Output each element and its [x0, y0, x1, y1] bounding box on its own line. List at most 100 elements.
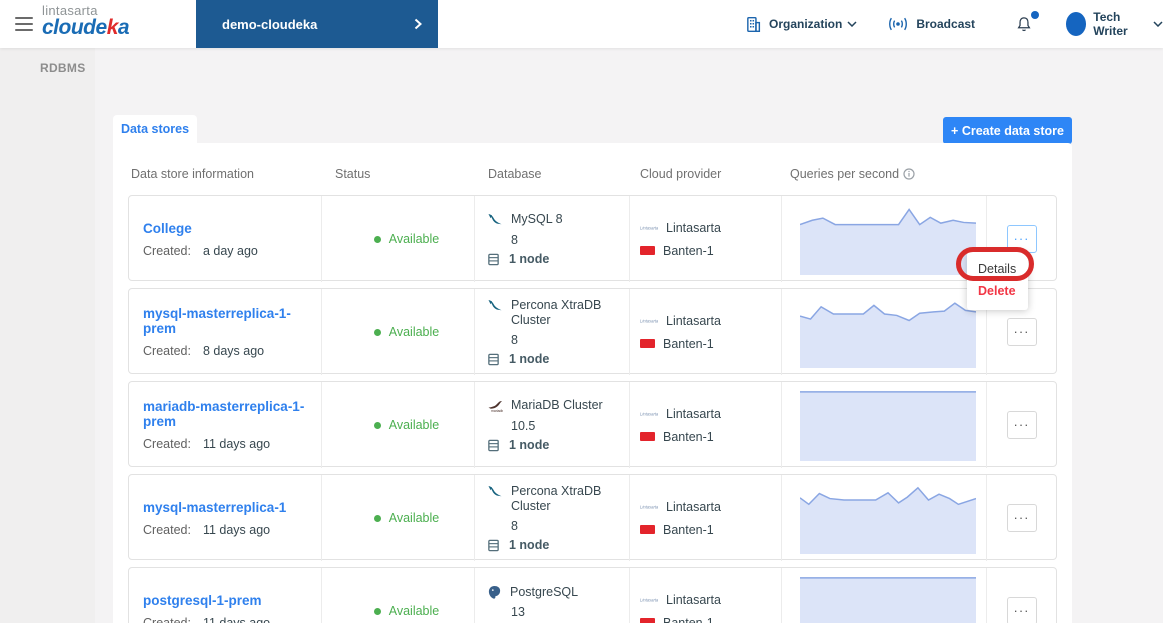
- svg-text:Lintasarta: Lintasarta: [640, 505, 658, 510]
- organization-menu[interactable]: Organization: [745, 16, 857, 33]
- region-flag-icon: [640, 618, 655, 623]
- col-header-qps: Queries per second: [780, 167, 985, 181]
- status-label: Available: [388, 418, 440, 432]
- node-count: 1 node: [509, 538, 550, 552]
- menu-hamburger-icon[interactable]: [15, 17, 33, 31]
- lintasarta-logo-icon: Lintasarta: [640, 595, 658, 604]
- broadcast-menu[interactable]: Broadcast: [887, 17, 980, 31]
- engine-name: Percona XtraDB Cluster: [511, 298, 602, 327]
- created-line: Created: 8 days ago: [143, 344, 265, 358]
- table-header-row: Data store information Status Database C…: [128, 167, 1057, 181]
- mysql-icon: [487, 212, 503, 228]
- created-line: Created: 11 days ago: [143, 616, 271, 623]
- svg-text:Lintasarta: Lintasarta: [640, 319, 658, 324]
- node-icon: [487, 353, 500, 366]
- created-line: Created: a day ago: [143, 244, 258, 258]
- user-menu[interactable]: Tech Writer: [1066, 10, 1163, 38]
- region-name: Banten-1: [663, 243, 714, 258]
- node-count: 1 node: [509, 438, 550, 452]
- status-dot: [373, 514, 381, 522]
- chevron-right-icon: [414, 18, 422, 30]
- engine-version: 10.5: [511, 419, 536, 433]
- datastore-name-link[interactable]: mysql-masterreplica-1: [143, 500, 286, 515]
- status-label: Available: [388, 325, 440, 339]
- status-dot: [373, 421, 381, 429]
- breadcrumb: RDBMS: [40, 61, 86, 75]
- svg-text:Lintasarta: Lintasarta: [640, 598, 658, 603]
- menu-item-details[interactable]: Details: [967, 258, 1028, 280]
- region-flag-icon: [640, 246, 655, 255]
- notification-badge-dot: [1031, 10, 1040, 19]
- info-icon[interactable]: [903, 168, 915, 180]
- menu-item-delete[interactable]: Delete: [967, 280, 1028, 302]
- chevron-down-icon: [847, 21, 857, 27]
- mysql-icon: [487, 298, 503, 314]
- datastore-name-link[interactable]: College: [143, 221, 192, 236]
- project-name: demo-cloudeka: [222, 16, 318, 32]
- qps-sparkline: [800, 296, 976, 368]
- qps-sparkline: [800, 482, 976, 554]
- datastore-name-link[interactable]: postgresql-1-prem: [143, 593, 262, 608]
- lintasarta-logo-icon: Lintasarta: [640, 223, 658, 232]
- region-flag-icon: [640, 525, 655, 534]
- row-actions-button[interactable]: ···: [1006, 225, 1037, 253]
- create-data-store-button[interactable]: + Create data store: [943, 117, 1072, 144]
- provider-name: Lintasarta: [666, 406, 721, 421]
- lintasarta-logo-icon: Lintasarta: [640, 409, 658, 418]
- postgresql-icon: [487, 585, 502, 600]
- col-header-info: Data store information: [131, 167, 254, 181]
- broadcast-icon: [887, 17, 909, 31]
- node-count: 1 node: [509, 252, 550, 266]
- engine-version: 8: [511, 519, 518, 533]
- created-line: Created: 11 days ago: [143, 523, 271, 537]
- mariadb-icon: mariadb: [487, 398, 503, 414]
- engine-name: MariaDB Cluster: [511, 398, 603, 412]
- lintasarta-logo-icon: Lintasarta: [640, 502, 658, 511]
- project-selector[interactable]: demo-cloudeka: [196, 0, 438, 48]
- node-icon: [487, 253, 500, 266]
- notifications-button[interactable]: [1015, 10, 1040, 34]
- tab-data-stores[interactable]: Data stores: [113, 115, 197, 143]
- engine-version: 8: [511, 333, 518, 347]
- user-avatar: [1066, 12, 1087, 36]
- datastore-name-link[interactable]: mariadb-masterreplica-1-prem: [143, 399, 321, 429]
- logo-cloudeka-text: cloudeka: [42, 16, 130, 39]
- table-row: mysql-masterreplica-1 Created: 11 days ag…: [128, 474, 1057, 561]
- chevron-down-icon: [1153, 21, 1163, 27]
- data-stores-panel: Data store information Status Database C…: [113, 143, 1072, 623]
- engine-name: MySQL 8: [511, 212, 563, 226]
- navbar-right-group: Organization Broadcast Tech Writer: [745, 0, 1163, 48]
- row-actions-button[interactable]: ···: [1006, 597, 1037, 623]
- svg-text:Lintasarta: Lintasarta: [640, 412, 658, 417]
- organization-label: Organization: [769, 17, 843, 31]
- row-actions-menu: Details Delete: [967, 252, 1028, 310]
- qps-sparkline: [800, 203, 976, 275]
- col-header-database: Database: [488, 167, 542, 181]
- provider-name: Lintasarta: [666, 499, 721, 514]
- row-actions-button[interactable]: ···: [1006, 504, 1037, 532]
- qps-sparkline: [800, 575, 976, 623]
- status-label: Available: [388, 232, 440, 246]
- region-flag-icon: [640, 339, 655, 348]
- region-name: Banten-1: [663, 615, 714, 623]
- svg-text:mariadb: mariadb: [491, 409, 503, 413]
- status-label: Available: [388, 511, 440, 525]
- status-label: Available: [388, 604, 440, 618]
- engine-name: Percona XtraDB Cluster: [511, 484, 602, 513]
- datastore-name-link[interactable]: mysql-masterreplica-1-prem: [143, 306, 321, 336]
- top-navbar: lintasarta cloudeka demo-cloudeka Organi…: [0, 0, 1163, 48]
- region-name: Banten-1: [663, 522, 714, 537]
- row-actions-button[interactable]: ···: [1006, 411, 1037, 439]
- region-name: Banten-1: [663, 429, 714, 444]
- app-logo: lintasarta cloudeka: [42, 4, 130, 39]
- row-actions-button[interactable]: ···: [1006, 318, 1037, 346]
- node-count: 1 node: [509, 352, 550, 366]
- node-icon: [487, 539, 500, 552]
- status-dot: [373, 328, 381, 336]
- organization-icon: [745, 16, 762, 33]
- lintasarta-logo-icon: Lintasarta: [640, 316, 658, 325]
- bell-icon: [1015, 15, 1033, 34]
- broadcast-label: Broadcast: [916, 17, 976, 31]
- svg-text:Lintasarta: Lintasarta: [640, 226, 658, 231]
- mysql-icon: [487, 484, 503, 500]
